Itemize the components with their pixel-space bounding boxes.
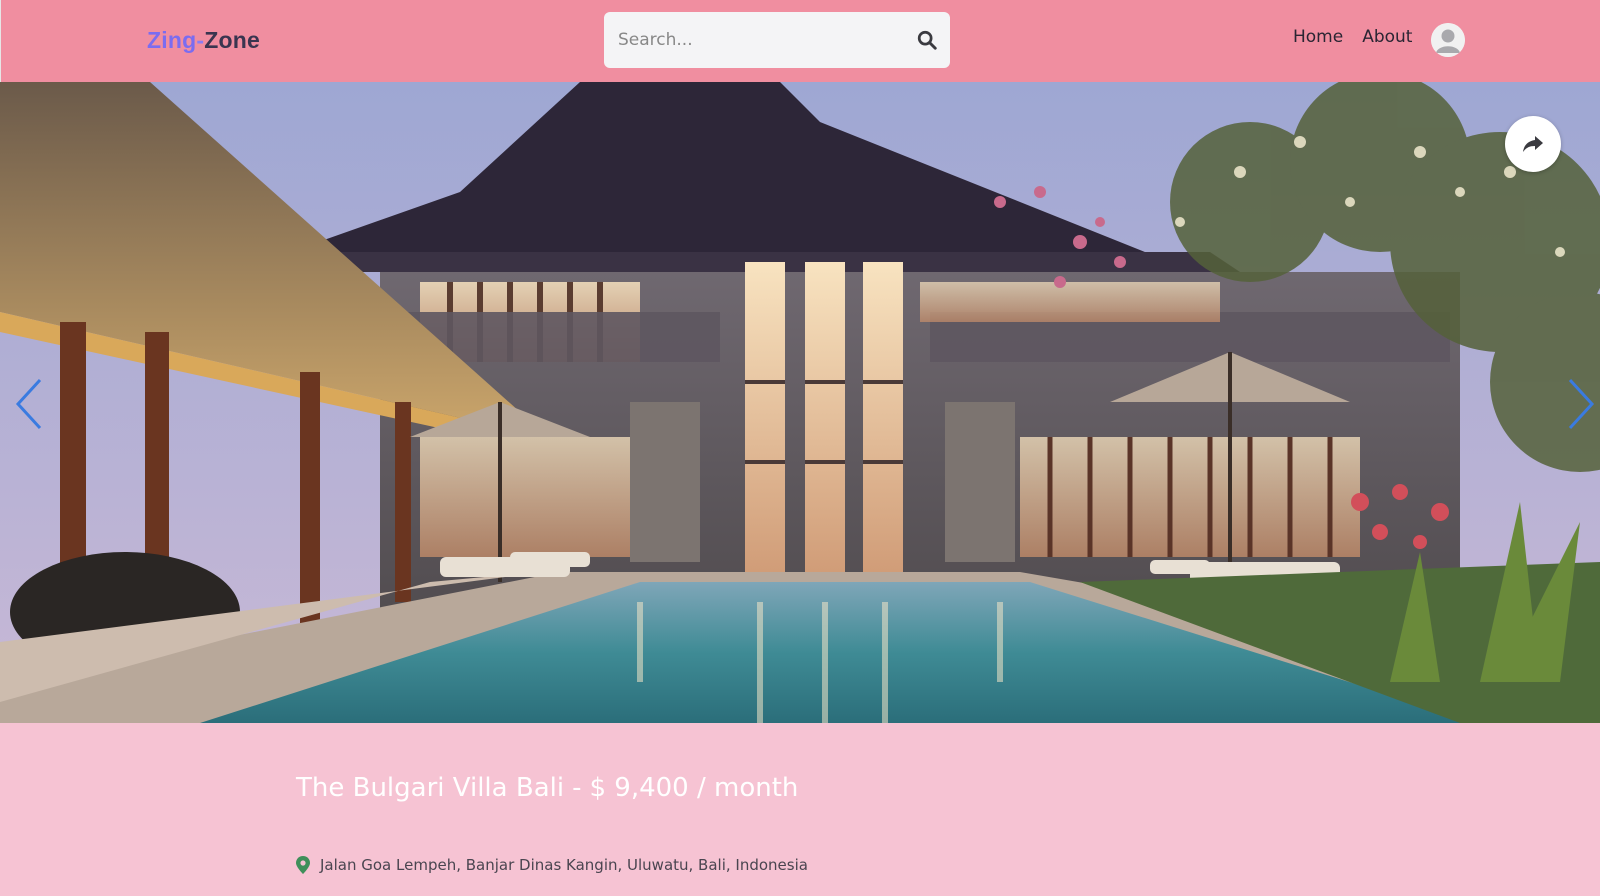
listing-price: $ 9,400 / month [589, 773, 799, 803]
search-bar [604, 12, 950, 68]
brand-logo[interactable]: Zing-Zone [147, 27, 260, 54]
nav-about-link[interactable]: About [1362, 27, 1412, 47]
listing-location: Jalan Goa Lempeh, Banjar Dinas Kangin, U… [296, 856, 808, 874]
villa-photo [0, 82, 1600, 723]
share-icon [1523, 136, 1543, 152]
brand-part2: Zone [204, 27, 260, 53]
chevron-right-icon[interactable] [1566, 378, 1596, 430]
nav-home-link[interactable]: Home [1293, 27, 1343, 47]
brand-part1: Zing [147, 27, 197, 53]
listing-name: The Bulgari Villa Bali [296, 773, 565, 803]
chevron-left-icon[interactable] [14, 378, 44, 430]
search-input[interactable] [618, 20, 898, 60]
nav-links: Home About [1293, 27, 1412, 47]
top-navbar: Zing-Zone Home About [0, 0, 1600, 82]
search-icon[interactable] [916, 29, 938, 51]
title-separator: - [572, 773, 582, 803]
location-pin-icon [296, 856, 310, 874]
listing-title: The Bulgari Villa Bali - $ 9,400 / month [296, 773, 798, 803]
listing-address: Jalan Goa Lempeh, Banjar Dinas Kangin, U… [320, 856, 808, 874]
user-avatar-icon[interactable] [1431, 23, 1465, 57]
hero-carousel [0, 82, 1600, 723]
share-button[interactable] [1505, 116, 1561, 172]
